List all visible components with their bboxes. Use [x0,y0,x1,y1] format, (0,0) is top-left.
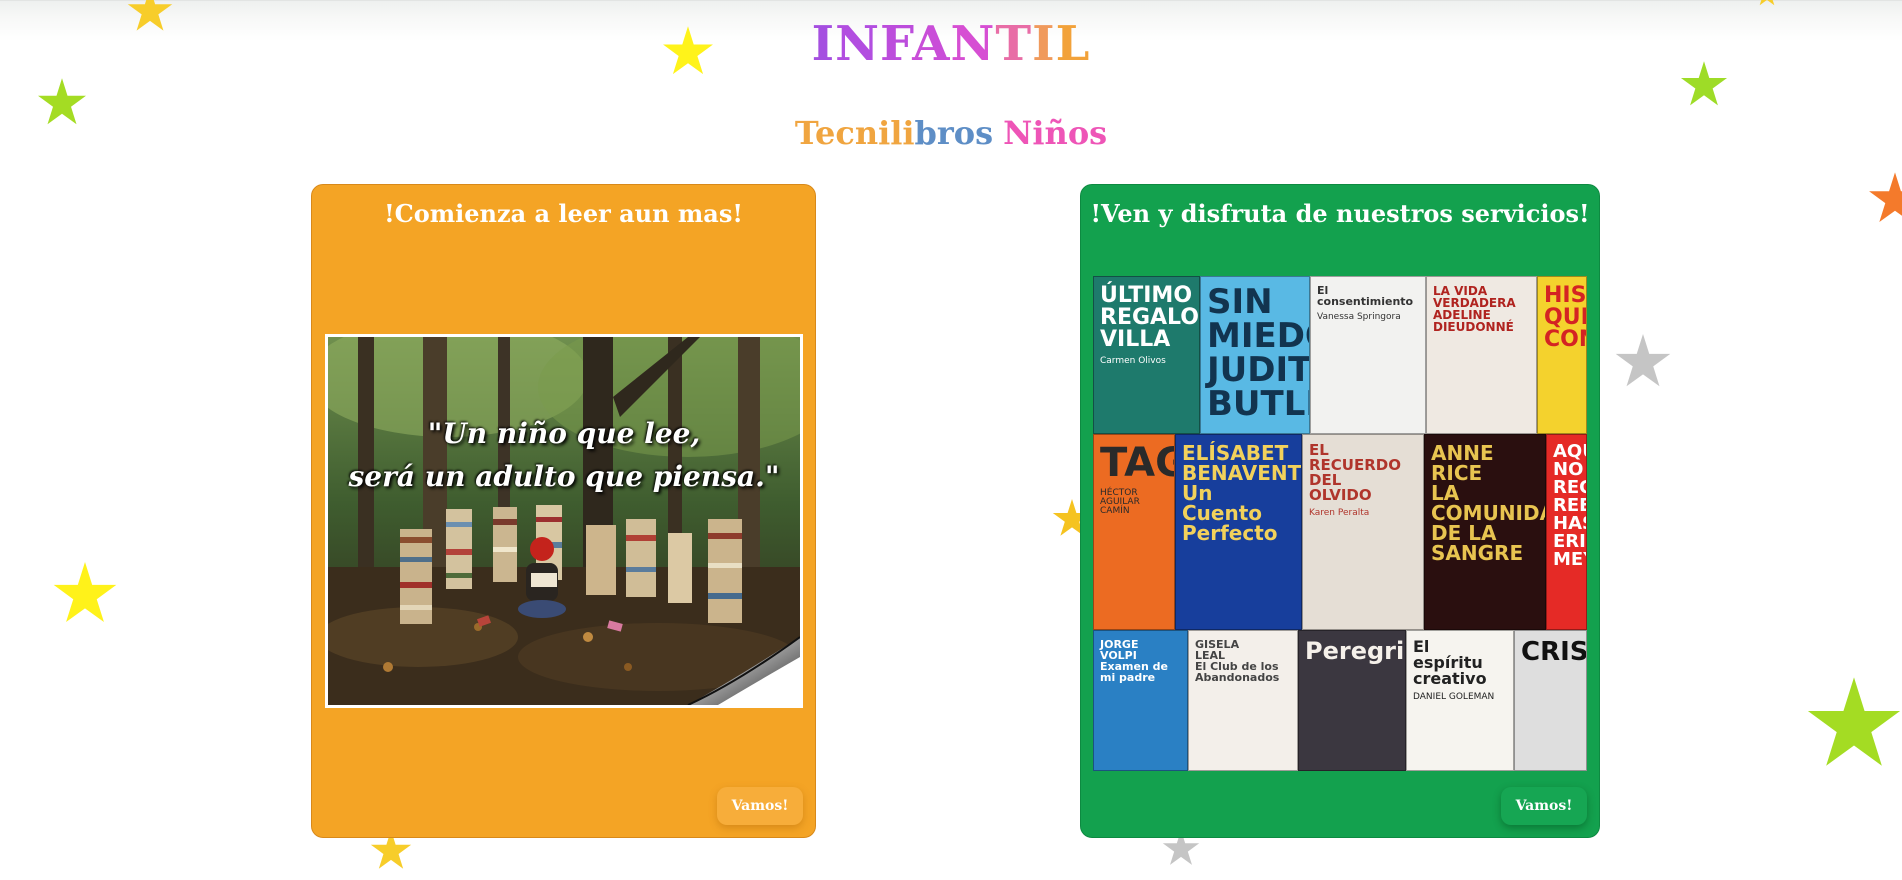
title-letter: A [912,16,951,72]
book-title-text: Peregrina [1305,637,1405,665]
book-title-text: SIN [1207,282,1273,322]
book-title-text: CON [1544,327,1586,352]
card-title: !Comienza a leer aun mas! [384,199,743,228]
book-collage-image: ÚLTIMOREGALOVILLA Carmen Olivos SINMIEDOJU… [1093,276,1587,771]
book-author-text: DANIEL GOLEMAN [1413,692,1495,702]
reading-card: !Comienza a leer aun mas! "Un niño que l… [311,184,816,838]
title-letter: T [995,16,1033,72]
book-title-text: DIEUDONNÉ [1433,320,1514,334]
card-title: !Ven y disfruta de nuestros servicios! [1090,199,1590,228]
book-title-text: COMUNIDAD [1431,501,1545,525]
quote-line-1: "Un niño que lee, [427,417,701,450]
book-cover: TAGIOHÉCTOR AGUILAR CAMÍN [1093,434,1175,630]
book-cover: CRISIS [1514,630,1587,771]
book-cover: ANNERICELACOMUNIDADDE LASANGRE [1424,434,1546,630]
book-title-text: TAGIO [1100,440,1174,486]
star-icon [1869,172,1902,223]
book-title-text: Cuento [1182,501,1263,525]
title-letter: F [880,16,913,72]
book-title-text: REGALO [1100,305,1199,330]
book-title-text: ANNE [1431,441,1494,465]
book-title-text: El consentimiento [1317,284,1414,308]
vamos-button[interactable]: Vamos! [1501,787,1587,825]
title-letter: I [811,16,836,72]
book-cover: ELÍSABET BENAVENT Un Cuento Perfecto [1175,434,1302,630]
book-title-text: QUE [1544,305,1586,330]
book-author-text: Karen Peralta [1309,508,1370,518]
book-title-text: Abandonados [1195,671,1280,684]
book-title-text: RICE [1431,461,1483,485]
book-title-text: HIS [1544,283,1587,308]
book-cover: SINMIEDOJUDITHBUTLER [1200,276,1310,434]
book-title-text: mi padre [1100,671,1156,684]
book-cover: EL RECUERDO DEL OLVIDO Karen Peralta [1302,434,1424,630]
poster-quote: "Un niño que lee, será un adulto que pie… [328,412,800,498]
book-cover: Peregrina [1298,630,1406,771]
page-title: INFANTIL [0,16,1902,72]
book-cover: HISQUECON [1537,276,1587,434]
book-title-text: Un [1182,481,1213,505]
subtitle-part-tecnili: Tecnili [794,114,915,152]
book-title-text: Perfecto [1182,521,1278,545]
star-icon [1807,677,1901,766]
book-cover: El espíritu creativo DANIEL GOLEMAN [1406,630,1514,771]
book-cover: JORGE VOLPI Examen de mi padre [1093,630,1188,771]
forest-photo [328,337,800,705]
book-cover: El consentimiento Vanessa Springora [1310,276,1426,434]
title-letter: N [950,16,996,72]
book-title-text: creativo [1413,669,1487,688]
services-card: !Ven y disfruta de nuestros servicios! Ú… [1080,184,1600,838]
book-title-text: JUDITH [1207,350,1310,390]
book-author-text: Carmen Olivos [1100,356,1166,366]
book-title-text: MIEDO [1207,316,1309,356]
book-cover: ÚLTIMO REGALO VILLA Carmen Olivos [1093,276,1200,434]
quote-line-2: será un adulto que piensa." [348,460,780,493]
vamos-button[interactable]: Vamos! [717,787,803,825]
star-icon [1615,334,1671,387]
book-title-text: SANGRE [1431,541,1524,565]
reading-poster-image: "Un niño que lee, será un adulto que pie… [325,334,803,708]
title-letter: N [835,16,880,72]
book-title-text: MEY [1553,549,1586,570]
subtitle-part-bros: bros [914,114,994,152]
book-title-text: ÚLTIMO [1100,283,1193,308]
book-title-text: LA [1431,481,1460,505]
book-title-text: DE LA [1431,521,1497,545]
star-icon [53,562,117,623]
page-subtitle: Tecnilibros Niños [0,113,1902,153]
book-author-text: Vanessa Springora [1317,312,1401,322]
book-title-text: OLVIDO [1309,486,1372,504]
book-title-text: CRISIS [1521,637,1587,667]
book-title-text: BENAVENT [1182,461,1302,485]
subtitle-part-ninos: Niños [1003,114,1108,152]
book-title-text: ELÍSABET [1182,441,1289,465]
title-letter: I [1032,16,1056,72]
book-cover: AQUNORECREEHASERINMEY [1546,434,1587,630]
title-letter: L [1055,16,1091,72]
book-cover: LA VIDA VERDADERA ADELINE DIEUDONNÉ [1426,276,1537,434]
book-title-text: BUTLER [1207,384,1309,424]
star-icon [1759,0,1775,6]
book-title-text: VILLA [1100,327,1171,352]
book-author-text: HÉCTOR AGUILAR CAMÍN [1100,488,1140,516]
book-cover: GISELA LEAL El Club de los Abandonados [1188,630,1298,771]
